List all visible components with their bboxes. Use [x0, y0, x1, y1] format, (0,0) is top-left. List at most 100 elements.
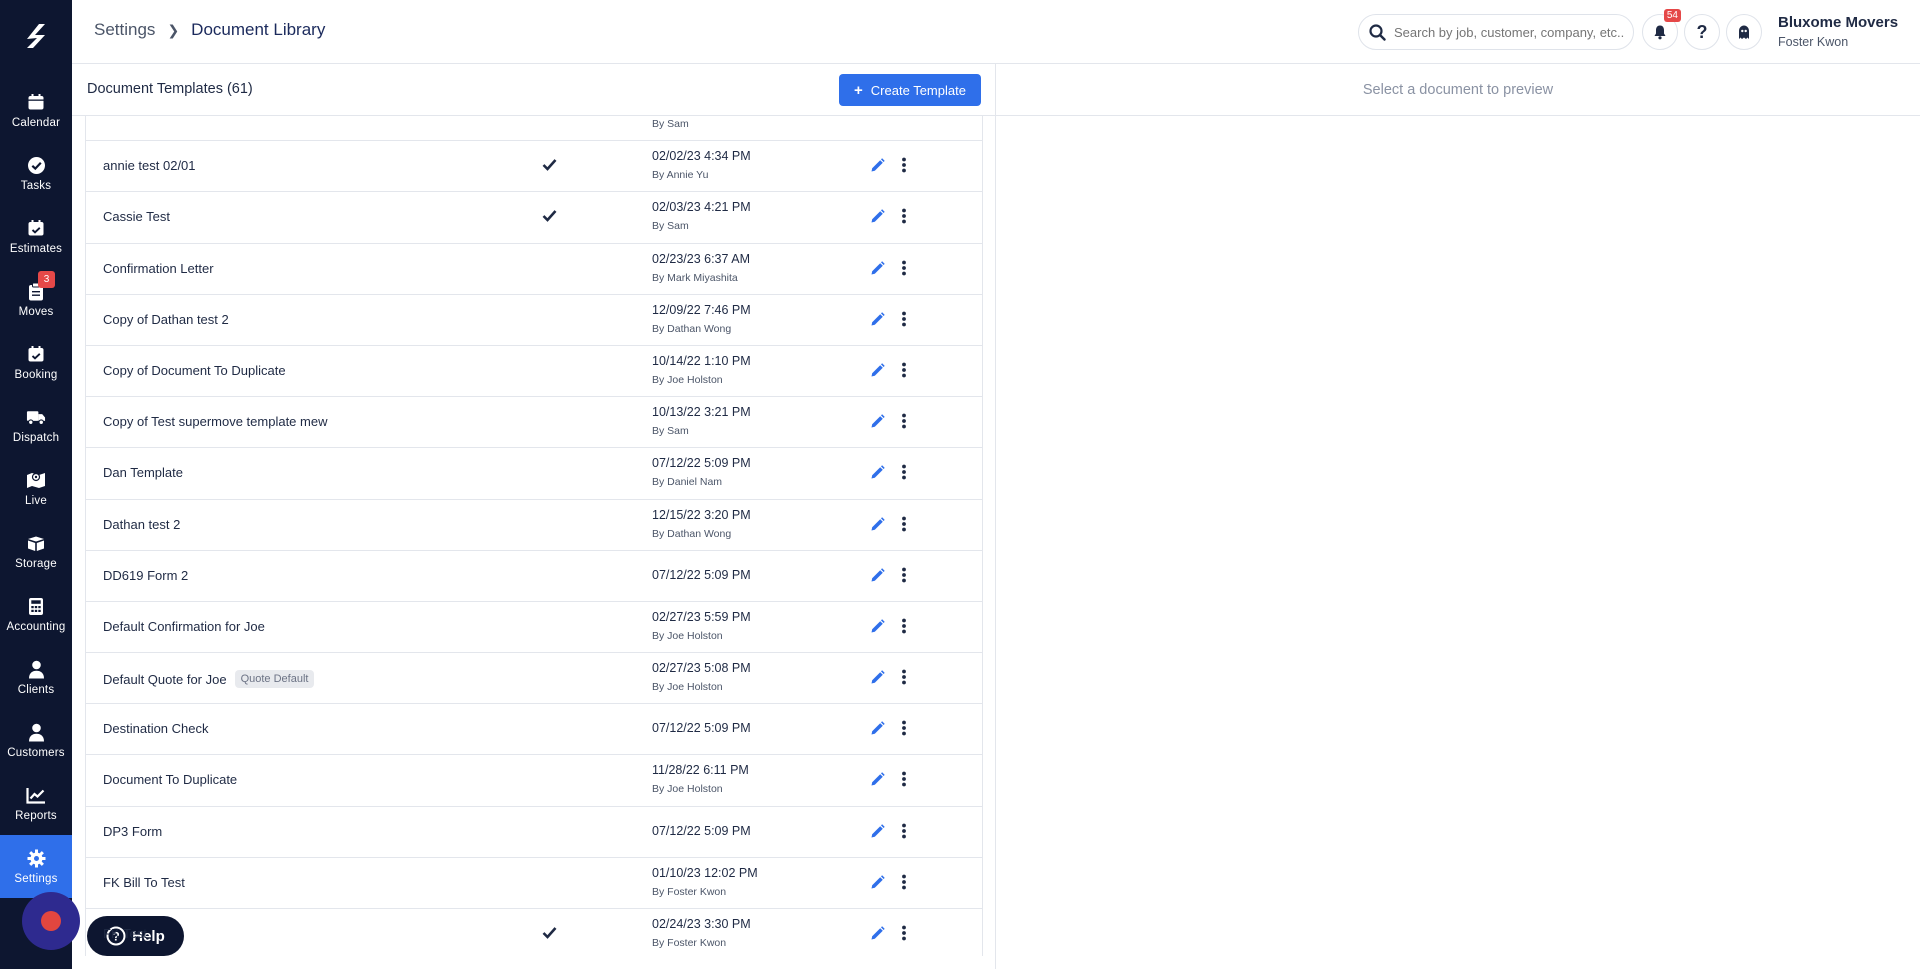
- sidebar-item-settings[interactable]: Settings: [0, 835, 72, 898]
- edit-pencil-icon[interactable]: [870, 516, 885, 537]
- sidebar-item-calendar[interactable]: Calendar: [0, 79, 72, 142]
- ghost-mode-button[interactable]: [1726, 14, 1762, 50]
- template-updated-by: By Mark Miyashita: [652, 271, 738, 284]
- template-name: Default Quote for Joe: [103, 671, 227, 687]
- template-updated-by: By Annie Yu: [652, 169, 709, 182]
- app-logo[interactable]: [0, 0, 72, 72]
- template-name: Cassie Test: [103, 209, 170, 225]
- more-vertical-icon[interactable]: [901, 567, 907, 588]
- template-updated-date: 07/12/22 5:09 PM: [652, 567, 751, 582]
- check-circle-icon: [26, 155, 46, 175]
- sidebar-item-customers[interactable]: Customers: [0, 709, 72, 772]
- chart-line-icon: [26, 785, 46, 805]
- template-row[interactable]: Confirmation Letter 02/23/23 6:37 AM By Ma…: [86, 244, 982, 295]
- more-vertical-icon[interactable]: [901, 208, 907, 229]
- template-name: FK Test: [103, 926, 147, 941]
- template-name-cell: Dathan test 2: [103, 517, 180, 532]
- more-vertical-icon[interactable]: [901, 618, 907, 639]
- edit-pencil-icon[interactable]: [870, 772, 885, 792]
- edit-pencil-icon[interactable]: [870, 363, 885, 383]
- edit-pencil-icon[interactable]: [870, 875, 885, 895]
- sidebar-item-accounting[interactable]: Accounting: [0, 583, 72, 646]
- edit-pencil-icon[interactable]: [870, 926, 885, 946]
- more-vertical-icon[interactable]: [901, 925, 907, 946]
- sidebar-item-storage[interactable]: Storage: [0, 520, 72, 583]
- template-updated-by: By Daniel Nam: [652, 476, 723, 489]
- sidebar-item-clients[interactable]: Clients: [0, 646, 72, 709]
- user-icon: [26, 722, 46, 742]
- notifications-button[interactable]: 54: [1642, 9, 1681, 50]
- edit-pencil-icon[interactable]: [870, 721, 885, 741]
- template-row[interactable]: Document To Duplicate 11/28/22 6:11 PM By …: [86, 755, 982, 807]
- template-row[interactable]: Dan Template 07/12/22 5:09 PM By Daniel Na…: [86, 448, 982, 500]
- more-vertical-icon[interactable]: [901, 464, 907, 485]
- global-search[interactable]: [1358, 14, 1634, 50]
- sidebar-item-live[interactable]: Live: [0, 457, 72, 520]
- more-vertical-icon[interactable]: [901, 669, 907, 690]
- sidebar-item-estimates[interactable]: Estimates: [0, 205, 72, 268]
- template-row[interactable]: Destination Check 07/12/22 5:09 PM: [86, 704, 982, 756]
- templates-panel-header: Document Templates (61) + Create Templat…: [72, 64, 996, 116]
- account-menu[interactable]: Bluxome Movers Foster Kwon: [1778, 14, 1898, 49]
- template-name: Copy of Document To Duplicate: [103, 362, 286, 378]
- template-name-cell: Default Quote for Joe Quote Default: [103, 670, 315, 689]
- template-row[interactable]: Copy of Document To Duplicate 10/14/22 1:…: [86, 346, 982, 398]
- edit-pencil-icon[interactable]: [870, 465, 885, 485]
- template-name: Copy of Test supermove template mew: [103, 414, 328, 430]
- edit-pencil-icon[interactable]: [870, 209, 885, 229]
- bell-icon: [1654, 25, 1666, 40]
- sidebar-item-booking[interactable]: Booking: [0, 331, 72, 394]
- template-updated-date: 02/02/23 4:34 PM: [652, 149, 751, 164]
- template-row[interactable]: annie test 02/01 02/02/23 4:34 PM By Annie…: [86, 141, 982, 193]
- edit-pencil-icon[interactable]: [870, 312, 885, 332]
- template-row[interactable]: Cassie Test 02/03/23 4:21 PM By Sam: [86, 192, 982, 244]
- template-updated-by: By Foster Kwon: [652, 937, 727, 949]
- more-vertical-icon[interactable]: [901, 771, 907, 792]
- edit-pencil-icon[interactable]: [870, 567, 885, 588]
- clipboard-icon: 3: [26, 271, 55, 301]
- sidebar-item-tasks[interactable]: Tasks: [0, 142, 72, 205]
- edit-pencil-icon[interactable]: [870, 260, 885, 281]
- template-row[interactable]: Copy of Dathan test 2 12/09/22 7:46 PM By …: [86, 295, 982, 346]
- template-row[interactable]: DD619 Form 2 07/12/22 5:09 PM: [86, 551, 982, 602]
- template-name-cell: Dan Template: [103, 465, 183, 480]
- help-center-button[interactable]: ?: [1684, 14, 1720, 50]
- sidebar-item-label: Settings: [14, 873, 58, 885]
- sidebar-item-reports[interactable]: Reports: [0, 772, 72, 835]
- create-template-label: Create Template: [870, 82, 966, 98]
- more-vertical-icon[interactable]: [901, 311, 907, 332]
- template-row[interactable]: Dathan test 2 12/15/22 3:20 PM By Dathan W…: [86, 500, 982, 551]
- more-vertical-icon[interactable]: [901, 157, 907, 178]
- more-vertical-icon[interactable]: [901, 874, 907, 895]
- edit-pencil-icon[interactable]: [870, 619, 885, 639]
- template-row[interactable]: FK Test 02/24/23 3:30 PM By Foster Kwon: [86, 909, 982, 956]
- sidebar-item-moves[interactable]: 3 Moves: [0, 268, 72, 331]
- edit-pencil-icon[interactable]: [870, 670, 885, 690]
- preview-placeholder: Select a document to preview: [1362, 81, 1554, 98]
- map-icon: [26, 470, 46, 490]
- edit-pencil-icon[interactable]: [870, 158, 885, 178]
- more-vertical-icon[interactable]: [901, 413, 907, 434]
- more-vertical-icon[interactable]: [901, 823, 907, 844]
- more-vertical-icon[interactable]: [901, 720, 907, 741]
- sidebar-item-label: Storage: [15, 558, 57, 570]
- search-input[interactable]: [1394, 24, 1624, 40]
- edit-pencil-icon[interactable]: [870, 414, 885, 434]
- template-updated-by: By Sam: [652, 220, 689, 233]
- breadcrumb-settings[interactable]: Settings: [94, 20, 155, 40]
- create-template-button[interactable]: + Create Template: [839, 74, 981, 106]
- more-vertical-icon[interactable]: [901, 362, 907, 383]
- more-vertical-icon[interactable]: [901, 260, 907, 281]
- template-row[interactable]: Default Quote for Joe Quote Default 02/27/…: [86, 653, 982, 705]
- template-row[interactable]: Copy of Test supermove template mew 10/13…: [86, 397, 982, 449]
- sidebar-item-dispatch[interactable]: Dispatch: [0, 394, 72, 457]
- edit-pencil-icon[interactable]: [870, 823, 885, 844]
- sidebar-item-label: Moves: [18, 306, 54, 318]
- templates-list[interactable]: By Sam annie test 02/01 02/02/23 4:34 PM By…: [85, 116, 983, 956]
- more-vertical-icon[interactable]: [901, 516, 907, 537]
- template-row[interactable]: Default Confirmation for Joe 02/27/23 5:5…: [86, 602, 982, 654]
- template-row[interactable]: By Sam: [86, 116, 982, 142]
- checkmark-icon: [542, 158, 557, 176]
- template-row[interactable]: FK Bill To Test 01/10/23 12:02 PM By Foste…: [86, 858, 982, 909]
- template-row[interactable]: DP3 Form 07/12/22 5:09 PM: [86, 807, 982, 858]
